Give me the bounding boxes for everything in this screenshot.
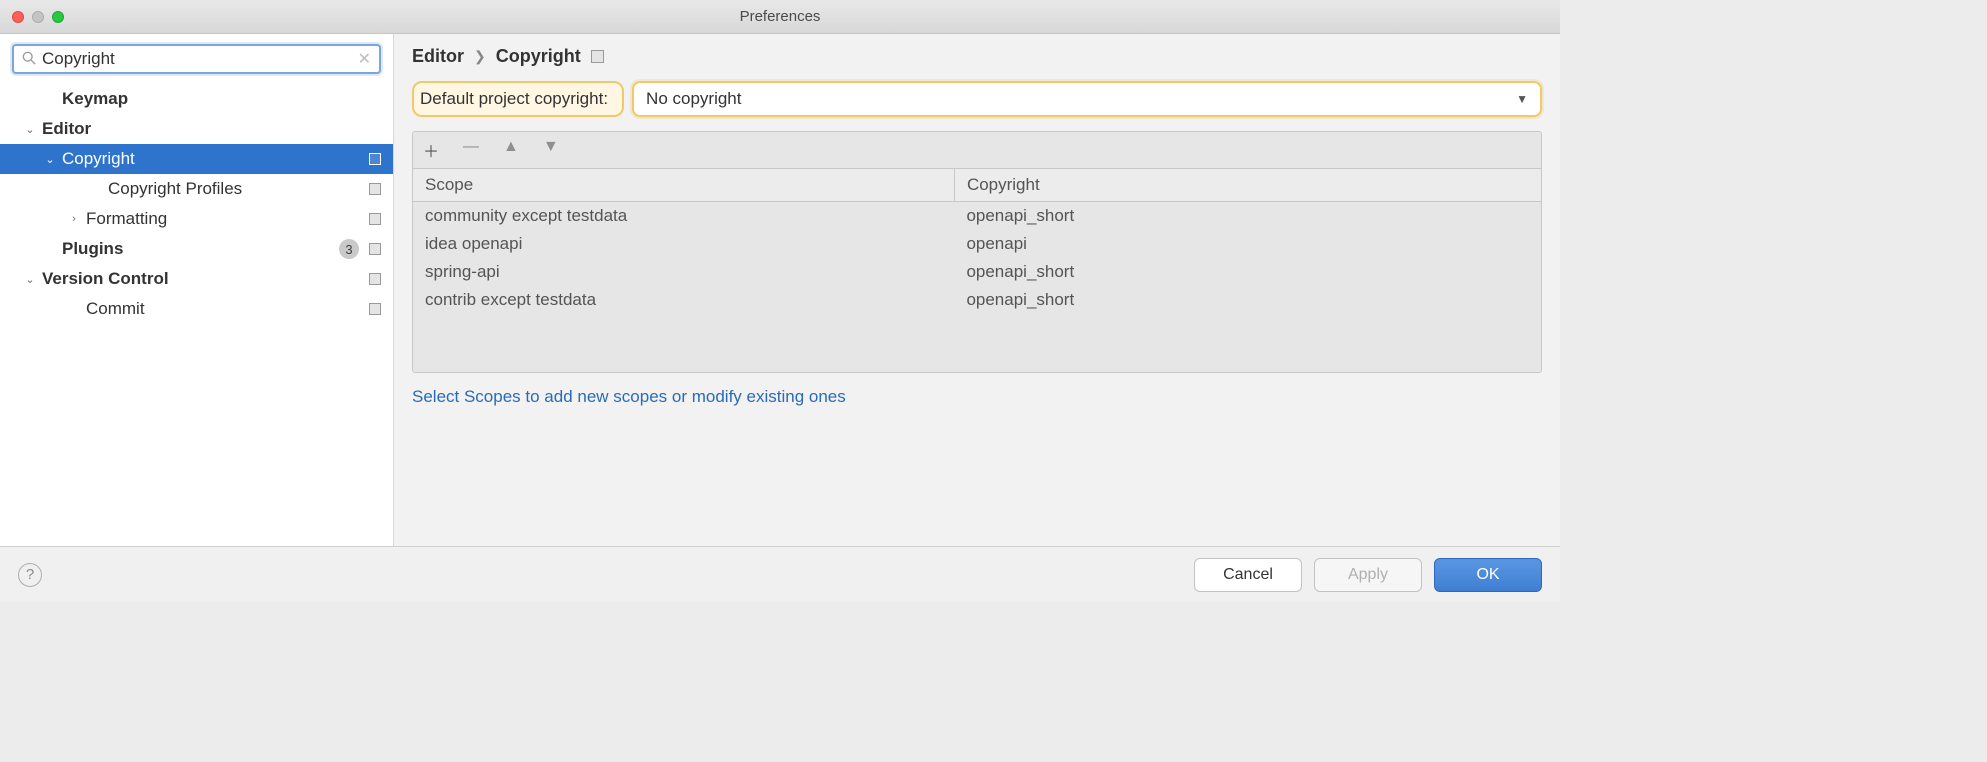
chevron-down-icon[interactable]: ⌄ [24, 273, 36, 286]
sidebar-item-formatting[interactable]: › Formatting [0, 204, 393, 234]
copyright-cell: openapi_short [954, 286, 1541, 314]
sidebar-item-label: Commit [86, 299, 363, 319]
column-header-copyright[interactable]: Copyright [954, 169, 1541, 202]
scope-cell: idea openapi [413, 230, 954, 258]
table-row[interactable]: spring-apiopenapi_short [413, 258, 1541, 286]
table-row[interactable]: idea openapiopenapi [413, 230, 1541, 258]
copyright-cell: openapi_short [954, 202, 1541, 230]
chevron-right-icon: ❯ [474, 48, 486, 65]
project-scope-icon [591, 50, 604, 63]
table-row[interactable]: contrib except testdataopenapi_short [413, 286, 1541, 314]
settings-tree: Keymap ⌄ Editor ⌄ Copyright Copyright Profile… [0, 84, 393, 324]
move-down-button[interactable]: ▼ [543, 138, 559, 162]
add-button[interactable]: ＋ [423, 138, 439, 162]
project-scope-icon [369, 243, 381, 255]
copyright-cell: openapi_short [954, 258, 1541, 286]
search-box[interactable]: ✕ [12, 44, 381, 74]
apply-button: Apply [1314, 558, 1422, 592]
window-minimize-icon[interactable] [32, 11, 44, 23]
sidebar-item-plugins[interactable]: Plugins 3 [0, 234, 393, 264]
default-copyright-label: Default project copyright: [412, 81, 624, 117]
column-header-scope[interactable]: Scope [413, 169, 954, 202]
scope-cell: contrib except testdata [413, 286, 954, 314]
help-button[interactable]: ? [18, 563, 42, 587]
copyright-cell: openapi [954, 230, 1541, 258]
scope-cell: spring-api [413, 258, 954, 286]
window-close-icon[interactable] [12, 11, 24, 23]
scope-cell: community except testdata [413, 202, 954, 230]
scopes-table: ＋ — ▲ ▼ Scope Copyright community except… [412, 131, 1542, 373]
sidebar-item-version-control[interactable]: ⌄ Version Control [0, 264, 393, 294]
chevron-down-icon[interactable]: ⌄ [24, 123, 36, 136]
chevron-right-icon[interactable]: › [68, 213, 80, 225]
default-copyright-select[interactable]: No copyright ▼ [632, 81, 1542, 117]
sidebar-item-label: Editor [42, 119, 381, 139]
sidebar: ✕ Keymap ⌄ Editor ⌄ Copyright Copyright Profi… [0, 34, 394, 546]
remove-button[interactable]: — [463, 138, 479, 162]
breadcrumb-leaf: Copyright [496, 46, 581, 67]
breadcrumb-root[interactable]: Editor [412, 46, 464, 67]
move-up-button[interactable]: ▲ [503, 138, 519, 162]
table-row[interactable]: community except testdataopenapi_short [413, 202, 1541, 230]
sidebar-item-commit[interactable]: Commit [0, 294, 393, 324]
default-copyright-value: No copyright [646, 89, 741, 109]
sidebar-item-label: Version Control [42, 269, 363, 289]
sidebar-item-label: Formatting [86, 209, 363, 229]
project-scope-icon [369, 183, 381, 195]
cancel-button[interactable]: Cancel [1194, 558, 1302, 592]
titlebar: Preferences [0, 0, 1560, 34]
breadcrumb: Editor ❯ Copyright [394, 34, 1560, 77]
chevron-down-icon[interactable]: ⌄ [44, 153, 56, 166]
sidebar-item-editor[interactable]: ⌄ Editor [0, 114, 393, 144]
sidebar-item-copyright-profiles[interactable]: Copyright Profiles [0, 174, 393, 204]
project-scope-icon [369, 153, 381, 165]
dialog-footer: ? Cancel Apply OK [0, 546, 1560, 602]
select-scopes-link[interactable]: Select Scopes to add new scopes or modif… [412, 387, 1542, 407]
sidebar-item-keymap[interactable]: Keymap [0, 84, 393, 114]
search-icon [22, 51, 36, 68]
ok-button[interactable]: OK [1434, 558, 1542, 592]
sidebar-item-label: Copyright Profiles [108, 179, 363, 199]
clear-search-icon[interactable]: ✕ [358, 49, 371, 69]
project-scope-icon [369, 273, 381, 285]
sidebar-item-label: Copyright [62, 149, 363, 169]
project-scope-icon [369, 303, 381, 315]
count-badge: 3 [339, 239, 359, 259]
main-panel: Editor ❯ Copyright Default project copyr… [394, 34, 1560, 546]
project-scope-icon [369, 213, 381, 225]
search-input[interactable] [42, 49, 352, 69]
window-title: Preferences [740, 8, 821, 25]
chevron-down-icon: ▼ [1516, 92, 1528, 106]
window-maximize-icon[interactable] [52, 11, 64, 23]
sidebar-item-label: Keymap [62, 89, 381, 109]
sidebar-item-copyright[interactable]: ⌄ Copyright [0, 144, 393, 174]
sidebar-item-label: Plugins [62, 239, 333, 259]
